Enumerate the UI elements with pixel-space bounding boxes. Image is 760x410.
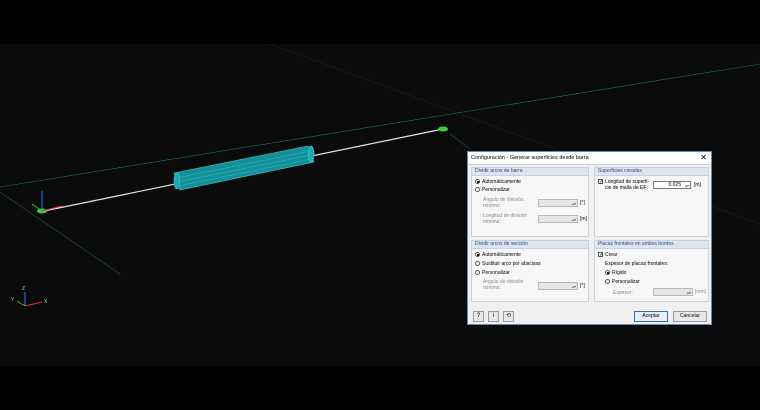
radio-plate-custom[interactable]: Personalizar [605,279,640,285]
dialog-title: Configuración - Generar superficies desd… [471,155,589,161]
group-title: Dividir arcos de barra [472,168,588,176]
mesh-length-input[interactable]: 0.025 ▴▾ [653,181,691,189]
section-angle-label: Ángulo de división mínimo: [483,279,524,291]
settings-dialog: Configuración - Generar superficies desd… [467,151,712,325]
group-divide-bar: Dividir arcos de barra Automáticamente P… [471,167,589,237]
bar-length-input[interactable]: ▴▾ [538,215,578,223]
check-indicator[interactable]: ✓ [598,252,603,258]
radio-indicator[interactable] [475,252,480,258]
axis-label-y: Y [11,297,15,303]
app-window: Z X Y Configuración - Generar superficie… [0,0,760,410]
dialog-titlebar: Configuración - Generar superficies desd… [468,152,711,165]
section-angle-input[interactable]: ▴▾ [538,282,578,290]
group-title: Dividir arcos de sección [472,241,588,249]
check-indicator[interactable]: ✓ [598,179,603,185]
axis-label-z: Z [22,286,25,292]
radio-indicator[interactable] [475,261,480,267]
radio-section-auto[interactable]: Automáticamente [475,252,521,258]
bar-angle-unit: [°] [580,200,585,206]
mesh-length-checkbox[interactable]: ✓ [598,179,605,185]
plate-thickness-input[interactable]: ▴▾ [653,288,693,296]
group-front-plates: Placas frontales en ambos bordes ✓ Crear … [594,240,709,302]
grid-line [0,191,121,275]
plate-thickness-unit: [mm] [695,289,707,295]
bar-length-label: Longitud de división mínima: [483,213,528,225]
plate-thickness-label: Espesor de placas frontales: [605,261,669,267]
radio-indicator[interactable] [605,279,610,285]
mesh-length-label: Longitud de superfi-cie de malla de EF: [605,179,650,191]
bar-angle-label: Ángulo de división mínimo: [483,197,524,209]
node-end[interactable] [438,126,448,132]
plate-thickness-field-label: Espesor: [613,290,633,296]
close-icon[interactable]: ✕ [700,152,707,164]
radio-section-replace[interactable]: Sustituir arco por abscisas [475,261,541,267]
radio-indicator[interactable] [475,187,480,193]
group-title: Placas frontales en ambos bordes [595,241,708,249]
section-angle-unit: [°] [580,283,585,289]
info-icon[interactable]: i [488,311,499,322]
create-plates-checkbox[interactable]: ✓ Crear [598,252,618,258]
radio-indicator[interactable] [605,270,610,276]
axis-label-x: X [44,299,48,305]
accept-button[interactable]: Aceptar [634,311,668,322]
defaults-icon[interactable]: ⟲ [503,311,514,322]
radio-indicator[interactable] [475,179,480,185]
grid-line [449,133,471,150]
bar-angle-input[interactable]: ▴▾ [538,199,578,207]
bar-length-unit: [m] [580,216,587,222]
global-axis-icon [16,292,43,307]
group-title: Superficies creadas [595,168,708,176]
radio-bar-custom[interactable]: Personalizar [475,187,510,193]
radio-plate-rigid[interactable]: Rígido [605,270,626,276]
help-icon[interactable]: ? [473,311,484,322]
group-surfaces: Superficies creadas ✓ Longitud de superf… [594,167,709,237]
cancel-button[interactable]: Cancelar [673,311,707,322]
tube-surface[interactable] [173,145,315,191]
radio-indicator[interactable] [475,270,480,276]
group-divide-section: Dividir arcos de sección Automáticamente… [471,240,589,302]
radio-bar-auto[interactable]: Automáticamente [475,179,521,185]
radio-section-custom[interactable]: Personalizar [475,270,510,276]
mesh-length-unit: [m] [694,182,701,188]
